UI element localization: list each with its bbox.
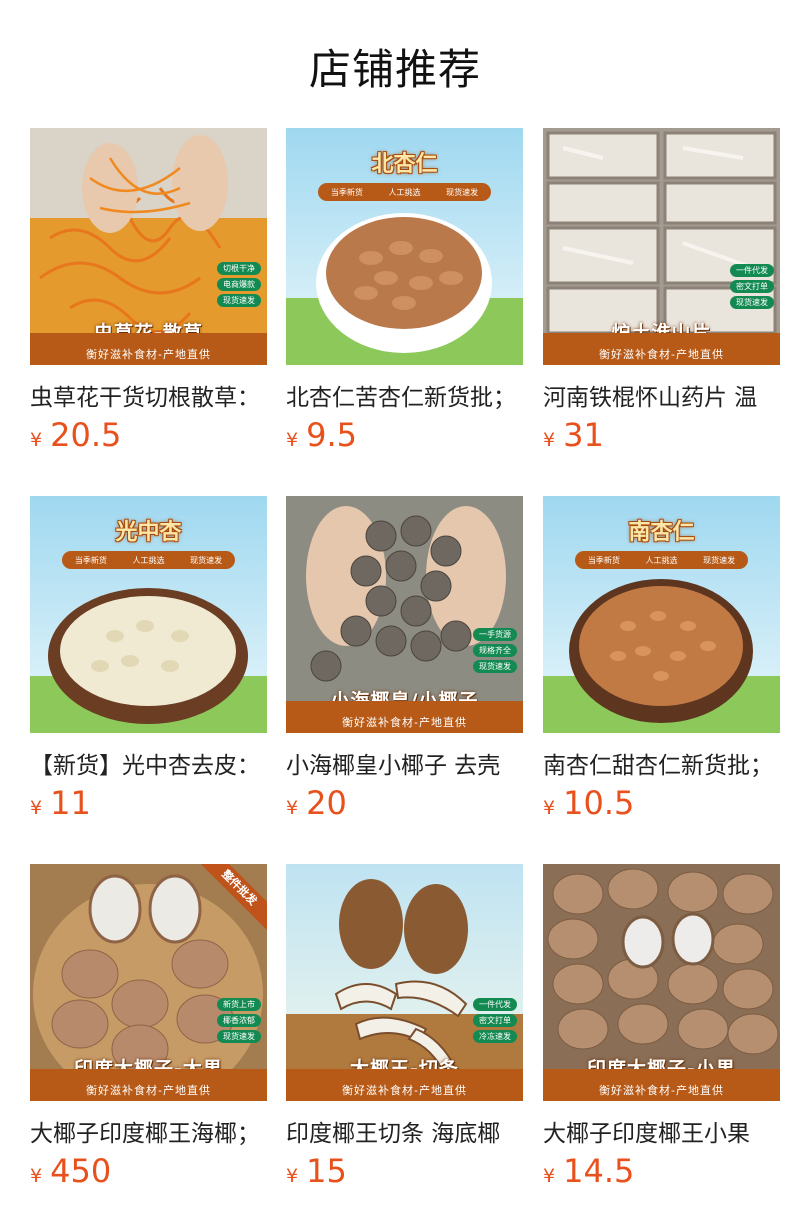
tag-strip: 当季新货 人工挑选 现货速发: [575, 551, 748, 569]
tag: 现货速发: [703, 555, 736, 565]
caption-bar: 衡好滋补食材-产地直供: [30, 333, 267, 365]
tag: 人工挑选: [388, 187, 421, 197]
feature-badge: 密文打单: [730, 280, 774, 293]
currency-symbol: ¥: [286, 429, 299, 451]
banner-title: 北杏仁: [371, 152, 438, 177]
caption-bar: 衡好滋补食材-产地直供: [543, 1069, 780, 1101]
product-price: ¥31: [543, 416, 604, 454]
price-value: 9.5: [306, 416, 357, 454]
price-value: 450: [50, 1152, 112, 1190]
product-name[interactable]: 南杏仁甜杏仁新货批；: [543, 746, 780, 780]
currency-symbol: ¥: [543, 1165, 556, 1187]
currency-symbol: ¥: [30, 797, 43, 819]
tag: 当季新货: [587, 555, 620, 565]
product-name[interactable]: 虫草花干货切根散草：: [30, 378, 267, 412]
feature-badge: 电商爆款: [217, 278, 261, 291]
feature-badge: 现货速发: [217, 1030, 261, 1043]
feature-badge: 一件代发: [473, 998, 517, 1011]
product-image[interactable]: 南杏仁 当季新货 人工挑选 现货速发: [543, 496, 780, 733]
product-price: ¥20.5: [30, 416, 121, 454]
feature-badge: 切根干净: [217, 262, 261, 275]
product-price: ¥20: [286, 784, 347, 822]
tag: 当季新货: [74, 555, 107, 565]
tag: 现货速发: [446, 187, 479, 197]
currency-symbol: ¥: [30, 1165, 43, 1187]
price-value: 20.5: [50, 416, 122, 454]
price-value: 11: [50, 784, 91, 822]
page-title: 店铺推荐: [308, 45, 481, 94]
product-card[interactable]: 切根干净 电商爆款 现货速发 虫草花-散草 衡好滋补食材-产地直供 虫草花干货切…: [30, 128, 267, 468]
product-price: ¥450: [30, 1152, 111, 1190]
product-image[interactable]: 一件代发 密文打单 冷冻速发 大椰王-切条 衡好滋补食材-产地直供: [286, 864, 523, 1101]
caption-subtitle: 衡好滋补食材-产地直供: [342, 716, 467, 729]
price-value: 20: [306, 784, 347, 822]
price-value: 10.5: [563, 784, 635, 822]
product-name[interactable]: 【新货】光中杏去皮：: [30, 746, 267, 780]
feature-badge: 一手货源: [473, 628, 517, 641]
feature-badge: 现货速发: [473, 660, 517, 673]
product-name[interactable]: 小海椰皇小椰子 去壳: [286, 746, 523, 780]
caption-subtitle: 衡好滋补食材-产地直供: [86, 348, 211, 361]
caption-bar: 衡好滋补食材-产地直供: [286, 701, 523, 733]
product-card[interactable]: 一件代发 密文打单 冷冻速发 大椰王-切条 衡好滋补食材-产地直供 印度椰王切条…: [286, 864, 523, 1204]
tag-strip: 当季新货 人工挑选 现货速发: [62, 551, 235, 569]
product-name[interactable]: 北杏仁苦杏仁新货批；: [286, 378, 523, 412]
product-image[interactable]: 北杏仁 当季新货 人工挑选 现货速发: [286, 128, 523, 365]
caption-subtitle: 衡好滋补食材-产地直供: [599, 1084, 724, 1097]
tag: 当季新货: [330, 187, 363, 197]
feature-badge: 规格齐全: [473, 644, 517, 657]
product-image[interactable]: 一件代发 密文打单 现货速发 炉土淮山片 衡好滋补食材-产地直供: [543, 128, 780, 365]
feature-badge: 密文打单: [473, 1014, 517, 1027]
product-price: ¥15: [286, 1152, 347, 1190]
currency-symbol: ¥: [543, 429, 556, 451]
product-name[interactable]: 印度椰王切条 海底椰: [286, 1114, 523, 1148]
banner-title: 光中杏: [115, 520, 182, 545]
price-value: 14.5: [563, 1152, 635, 1190]
tag: 人工挑选: [132, 555, 165, 565]
product-card[interactable]: 印度大椰子-小果 衡好滋补食材-产地直供 大椰子印度椰王小果 ¥14.5: [543, 864, 780, 1204]
currency-symbol: ¥: [543, 797, 556, 819]
caption-bar: 衡好滋补食材-产地直供: [30, 1069, 267, 1101]
caption-bar: 衡好滋补食材-产地直供: [286, 1069, 523, 1101]
product-image[interactable]: 印度大椰子-小果 衡好滋补食材-产地直供: [543, 864, 780, 1101]
product-card[interactable]: 一手货源 规格齐全 现货速发 小海椰皇/小椰子 衡好滋补食材-产地直供 小海椰皇…: [286, 496, 523, 836]
product-card[interactable]: 光中杏 当季新货 人工挑选 现货速发 【新货】光中杏去皮： ¥11: [30, 496, 267, 836]
tag: 现货速发: [190, 555, 223, 565]
tag-strip: 当季新货 人工挑选 现货速发: [318, 183, 491, 201]
currency-symbol: ¥: [286, 797, 299, 819]
tag: 人工挑选: [645, 555, 678, 565]
currency-symbol: ¥: [30, 429, 43, 451]
product-name[interactable]: 大椰子印度椰王小果: [543, 1114, 780, 1148]
product-card[interactable]: 整件批发 新货上市 椰香浓郁 现货速发 印度大椰子-大果 衡好滋补食材-产地直供…: [30, 864, 267, 1204]
price-value: 15: [306, 1152, 347, 1190]
product-name[interactable]: 大椰子印度椰王海椰；: [30, 1114, 267, 1148]
banner-title: 南杏仁: [628, 520, 695, 545]
price-value: 31: [563, 416, 604, 454]
caption-bar: 衡好滋补食材-产地直供: [543, 333, 780, 365]
product-image[interactable]: 一手货源 规格齐全 现货速发 小海椰皇/小椰子 衡好滋补食材-产地直供: [286, 496, 523, 733]
currency-symbol: ¥: [286, 1165, 299, 1187]
caption-subtitle: 衡好滋补食材-产地直供: [86, 1084, 211, 1097]
feature-badge: 现货速发: [217, 294, 261, 307]
product-image[interactable]: 光中杏 当季新货 人工挑选 现货速发: [30, 496, 267, 733]
feature-badge: 新货上市: [217, 998, 261, 1011]
product-image[interactable]: 整件批发 新货上市 椰香浓郁 现货速发 印度大椰子-大果 衡好滋补食材-产地直供: [30, 864, 267, 1101]
product-name[interactable]: 河南铁棍怀山药片 温: [543, 378, 780, 412]
product-price: ¥10.5: [543, 784, 634, 822]
product-image[interactable]: 切根干净 电商爆款 现货速发 虫草花-散草 衡好滋补食材-产地直供: [30, 128, 267, 365]
product-price: ¥11: [30, 784, 91, 822]
product-card[interactable]: 一件代发 密文打单 现货速发 炉土淮山片 衡好滋补食材-产地直供 河南铁棍怀山药…: [543, 128, 780, 468]
feature-badge: 冷冻速发: [473, 1030, 517, 1043]
product-card[interactable]: 北杏仁 当季新货 人工挑选 现货速发 北杏仁苦杏仁新货批； ¥9.5: [286, 128, 523, 468]
feature-badge: 一件代发: [730, 264, 774, 277]
caption-subtitle: 衡好滋补食材-产地直供: [599, 348, 724, 361]
feature-badge: 现货速发: [730, 296, 774, 309]
caption-subtitle: 衡好滋补食材-产地直供: [342, 1084, 467, 1097]
product-card[interactable]: 南杏仁 当季新货 人工挑选 现货速发 南杏仁甜杏仁新货批； ¥10.5: [543, 496, 780, 836]
product-price: ¥9.5: [286, 416, 357, 454]
feature-badge: 椰香浓郁: [217, 1014, 261, 1027]
product-price: ¥14.5: [543, 1152, 634, 1190]
